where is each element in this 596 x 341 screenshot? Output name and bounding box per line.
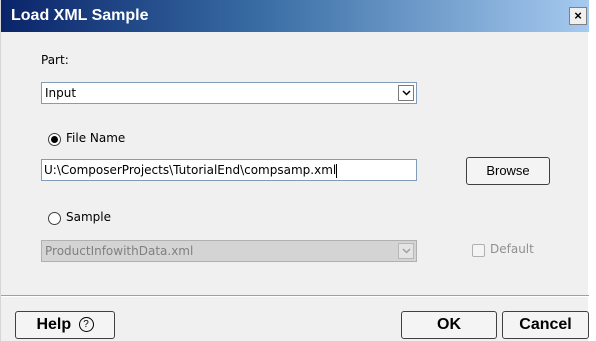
- file-name-value: U:\ComposerProjects\TutorialEnd\compsamp…: [44, 163, 337, 177]
- file-name-label: File Name: [66, 131, 126, 145]
- cancel-button[interactable]: Cancel: [502, 311, 589, 339]
- cancel-button-label: Cancel: [519, 316, 572, 333]
- browse-button-label: Browse: [486, 163, 530, 178]
- sample-select[interactable]: ProductInfowithData.xml: [41, 240, 417, 262]
- radio-selected-dot: [51, 136, 58, 143]
- part-label: Part:: [41, 53, 69, 67]
- text-caret: [336, 163, 338, 178]
- chevron-down-icon: [398, 243, 414, 259]
- sample-select-value: ProductInfowithData.xml: [45, 244, 194, 258]
- default-checkbox[interactable]: [472, 244, 485, 257]
- part-select-value: Input: [45, 86, 77, 100]
- part-select[interactable]: Input: [41, 82, 417, 104]
- help-button-label: Help: [36, 316, 72, 333]
- ok-button-label: OK: [437, 316, 461, 333]
- sample-label: Sample: [66, 210, 111, 224]
- title-bar: Load XML Sample ×: [1, 0, 589, 32]
- file-name-input[interactable]: U:\ComposerProjects\TutorialEnd\compsamp…: [41, 159, 417, 181]
- help-button[interactable]: Help ?: [15, 311, 115, 339]
- close-button[interactable]: ×: [569, 7, 587, 25]
- window-title: Load XML Sample: [11, 7, 149, 24]
- footer-divider-highlight: [1, 296, 589, 297]
- help-icon: ?: [78, 317, 94, 333]
- ok-button[interactable]: OK: [401, 311, 497, 339]
- chevron-down-icon[interactable]: [398, 85, 414, 101]
- file-name-radio[interactable]: [48, 133, 61, 146]
- browse-button[interactable]: Browse: [466, 157, 550, 185]
- default-checkbox-label: Default: [490, 242, 534, 256]
- close-icon: ×: [574, 8, 582, 23]
- sample-radio[interactable]: [48, 212, 61, 225]
- load-xml-sample-dialog: Load XML Sample × Part: Input File Name …: [0, 0, 589, 341]
